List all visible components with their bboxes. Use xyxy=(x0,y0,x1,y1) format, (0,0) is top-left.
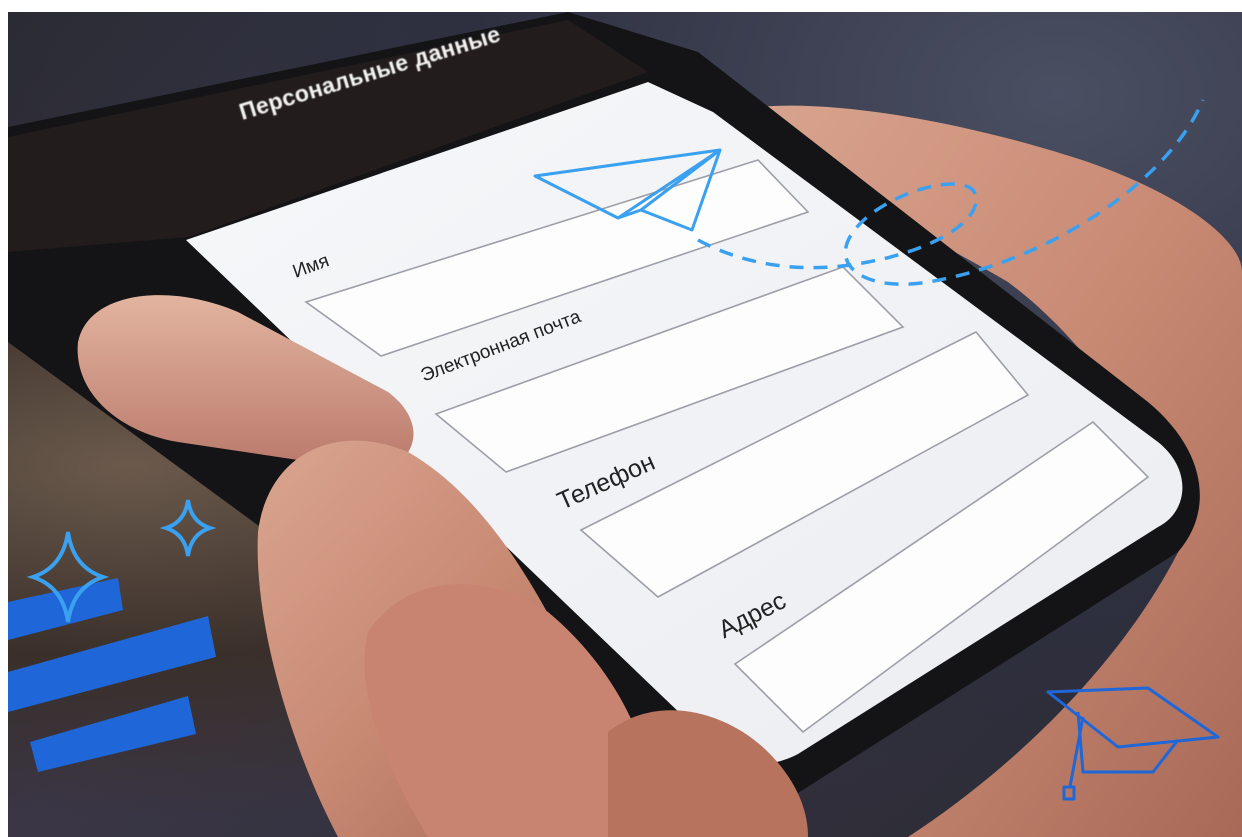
photo-scene: Персональные данные Имя Электронная почт… xyxy=(8,12,1242,837)
photo-background xyxy=(8,12,1242,837)
sparkle-small-icon xyxy=(159,499,217,557)
decorative-stripes xyxy=(8,578,216,772)
